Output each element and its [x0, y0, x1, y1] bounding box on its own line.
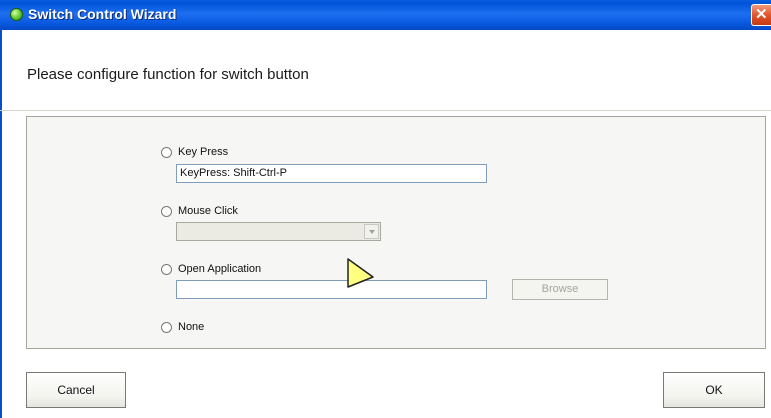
radio-key-press-label: Key Press [178, 146, 229, 159]
application-path-field[interactable] [176, 280, 487, 299]
radio-open-application-label: Open Application [178, 263, 262, 276]
mouse-click-dropdown[interactable] [176, 222, 381, 241]
radio-open-application[interactable]: Open Application [161, 263, 261, 275]
radio-circle[interactable] [161, 146, 172, 158]
radio-none-label: None [178, 321, 205, 334]
radio-circle[interactable] [161, 205, 172, 217]
key-press-field[interactable]: KeyPress: Shift-Ctrl-P [176, 164, 487, 183]
radio-circle[interactable] [161, 263, 172, 275]
close-button[interactable]: ✕ [751, 4, 771, 26]
close-icon: ✕ [755, 6, 768, 23]
radio-mouse-click[interactable]: Mouse Click [161, 205, 238, 217]
radio-mouse-click-label: Mouse Click [178, 205, 238, 218]
radio-none[interactable]: None [161, 321, 204, 333]
radio-key-press[interactable]: Key Press [161, 146, 228, 158]
mouse-cursor-icon [347, 258, 374, 288]
browse-button[interactable]: Browse [512, 279, 608, 300]
chevron-down-icon[interactable] [364, 224, 379, 239]
ok-button[interactable]: OK [663, 372, 765, 408]
options-panel [26, 116, 766, 349]
app-icon [10, 8, 23, 21]
divider [0, 110, 771, 111]
page-heading: Please configure function for switch but… [27, 66, 309, 83]
window-title: Switch Control Wizard [28, 6, 177, 22]
radio-circle[interactable] [161, 321, 172, 333]
cancel-button[interactable]: Cancel [26, 372, 126, 408]
title-bar: Switch Control Wizard ✕ [0, 0, 771, 30]
